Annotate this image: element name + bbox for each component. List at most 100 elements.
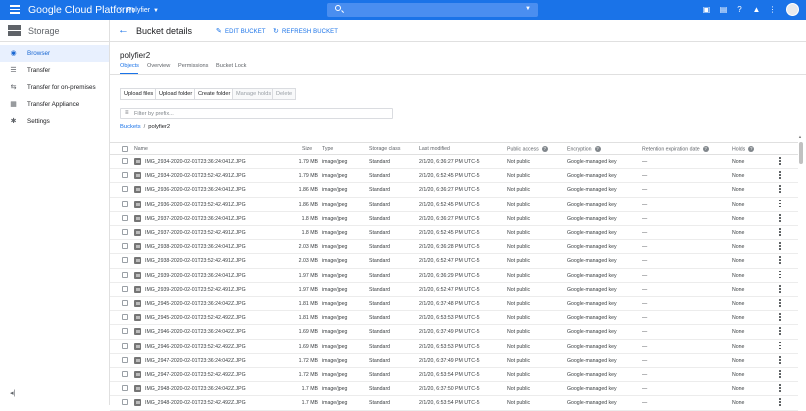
table-row[interactable]: IMG_2947-2020-02-01T23:52:42.492Z.JPG 1.7… (110, 368, 798, 383)
sidebar-item-transfer[interactable]: ☰ Transfer (0, 62, 109, 79)
row-menu-icon[interactable] (778, 171, 782, 181)
tab-objects[interactable]: Objects (120, 63, 139, 69)
table-row[interactable]: IMG_2938-2020-02-01T23:52:42.491Z.JPG 2.0… (110, 254, 798, 269)
table-row[interactable]: IMG_2945-2020-02-01T23:52:42.492Z.JPG 1.8… (110, 311, 798, 326)
cell-name[interactable]: IMG_2937-2020-02-01T23:36:24:041Z.JPG (145, 216, 246, 222)
breadcrumb-buckets-link[interactable]: Buckets (120, 124, 141, 130)
row-checkbox[interactable] (122, 200, 128, 207)
cell-name[interactable]: IMG_2937-2020-02-01T23:52:42.491Z.JPG (145, 230, 246, 236)
cell-name[interactable]: IMG_2948-2020-02-01T23:36:24:042Z.JPG (145, 386, 246, 392)
row-checkbox[interactable] (122, 399, 128, 406)
cell-name[interactable]: IMG_2938-2020-02-01T23:36:24:041Z.JPG (145, 244, 246, 250)
help-icon[interactable]: ? (594, 146, 601, 152)
row-checkbox[interactable] (122, 371, 128, 377)
scroll-up-icon[interactable]: ▲ (798, 134, 802, 139)
row-checkbox[interactable] (122, 172, 128, 179)
help-icon[interactable]: ? (748, 146, 755, 152)
back-arrow-icon[interactable]: ← (118, 24, 129, 36)
cell-name[interactable]: IMG_2934-2020-02-01T23:36:24:041Z.JPG (145, 159, 246, 165)
select-all-checkbox[interactable] (122, 146, 128, 152)
help-icon[interactable]: ? (702, 146, 709, 152)
column-public-access[interactable]: Public access? (507, 146, 548, 152)
row-checkbox[interactable] (122, 285, 128, 292)
column-size[interactable]: Size (302, 146, 312, 152)
cell-name[interactable]: IMG_2938-2020-02-01T23:52:42.491Z.JPG (145, 258, 246, 264)
row-menu-icon[interactable] (778, 284, 782, 295)
help-icon[interactable]: ? (734, 4, 745, 15)
row-menu-icon[interactable] (778, 199, 782, 210)
more-vert-icon[interactable]: ⋮ (767, 4, 778, 15)
sidebar-item-transfer-appliance[interactable]: ▦ Transfer Appliance (0, 96, 109, 113)
row-checkbox[interactable] (122, 356, 128, 363)
row-menu-icon[interactable] (778, 270, 782, 281)
table-row[interactable]: IMG_2934-2020-02-01T23:36:24:041Z.JPG 1.7… (110, 155, 798, 170)
scrollbar-thumb[interactable] (799, 142, 803, 164)
row-checkbox[interactable] (122, 385, 128, 392)
column-holds[interactable]: Holds? (732, 146, 755, 152)
row-checkbox[interactable] (122, 328, 128, 335)
row-menu-icon[interactable] (778, 213, 782, 224)
table-row[interactable]: IMG_2934-2020-02-01T23:52:42.491Z.JPG 1.7… (110, 169, 798, 184)
refresh-bucket-button[interactable]: ↻ REFRESH BUCKET (273, 27, 338, 35)
row-menu-icon[interactable] (778, 185, 782, 195)
table-row[interactable]: IMG_2938-2020-02-01T23:36:24:041Z.JPG 2.0… (110, 240, 798, 255)
create-folder-button[interactable]: Create folder (194, 88, 235, 100)
column-retention[interactable]: Retention expiration date? (642, 146, 709, 152)
row-checkbox[interactable] (122, 214, 128, 221)
table-row[interactable]: IMG_2947-2020-02-01T23:36:24:042Z.JPG 1.7… (110, 354, 798, 368)
row-menu-icon[interactable] (778, 355, 782, 366)
row-menu-icon[interactable] (778, 228, 782, 238)
cell-name[interactable]: IMG_2945-2020-02-01T23:52:42.492Z.JPG (145, 315, 246, 321)
row-checkbox[interactable] (122, 300, 128, 306)
collapse-sidebar-icon[interactable]: ◂| (10, 389, 15, 397)
search-dropdown-icon[interactable]: ▼ (525, 6, 531, 12)
hamburger-menu-icon[interactable] (10, 5, 20, 14)
filter-field[interactable]: ≡ (120, 108, 393, 119)
row-checkbox[interactable] (122, 158, 128, 164)
cell-name[interactable]: IMG_2947-2020-02-01T23:52:42.492Z.JPG (145, 372, 246, 378)
upload-folder-button[interactable]: Upload folder (155, 88, 197, 100)
cell-name[interactable]: IMG_2936-2020-02-01T23:52:42.491Z.JPG (145, 202, 246, 208)
table-row[interactable]: IMG_2946-2020-02-01T23:36:24:042Z.JPG 1.6… (110, 325, 798, 340)
row-menu-icon[interactable] (778, 384, 782, 394)
scrollbar[interactable]: ▲ (798, 132, 804, 405)
cell-name[interactable]: IMG_2936-2020-02-01T23:36:24:041Z.JPG (145, 187, 246, 193)
cell-name[interactable]: IMG_2948-2020-02-01T23:52:42.492Z.JPG (145, 400, 246, 406)
cell-name[interactable]: IMG_2939-2020-02-01T23:36:24:041Z.JPG (145, 273, 246, 279)
row-checkbox[interactable] (122, 342, 128, 349)
row-menu-icon[interactable] (778, 370, 782, 380)
column-encryption[interactable]: Encryption? (567, 146, 601, 152)
row-menu-icon[interactable] (778, 341, 782, 352)
tab-overview[interactable]: Overview (147, 63, 170, 69)
cloud-shell-icon[interactable]: ▣ (701, 4, 712, 15)
cell-name[interactable]: IMG_2947-2020-02-01T23:36:24:042Z.JPG (145, 358, 246, 364)
sidebar-item-settings[interactable]: ✱ Settings (0, 113, 109, 130)
avatar[interactable] (786, 3, 799, 16)
row-checkbox[interactable] (122, 271, 128, 278)
row-menu-icon[interactable] (778, 299, 782, 309)
cell-name[interactable]: IMG_2946-2020-02-01T23:36:24:042Z.JPG (145, 329, 246, 335)
row-menu-icon[interactable] (778, 256, 782, 266)
table-row[interactable]: IMG_2948-2020-02-01T23:36:24:042Z.JPG 1.7… (110, 382, 798, 397)
cell-name[interactable]: IMG_2945-2020-02-01T23:36:24:042Z.JPG (145, 301, 246, 307)
upload-files-button[interactable]: Upload files (120, 88, 158, 100)
row-checkbox[interactable] (122, 243, 128, 250)
row-checkbox[interactable] (122, 186, 128, 193)
row-checkbox[interactable] (122, 257, 128, 264)
sidebar-item-transfer-onprem[interactable]: ⇆ Transfer for on-premises (0, 79, 109, 96)
table-row[interactable]: IMG_2937-2020-02-01T23:52:42.491Z.JPG 1.8… (110, 226, 798, 241)
project-selector[interactable]: ⁘ Polyfier ▼ (118, 5, 159, 14)
manage-holds-button[interactable]: Manage holds (232, 88, 276, 100)
row-menu-icon[interactable] (778, 327, 782, 337)
table-row[interactable]: IMG_2939-2020-02-01T23:52:42.491Z.JPG 1.9… (110, 283, 798, 297)
help-icon[interactable]: ? (541, 146, 548, 152)
cell-name[interactable]: IMG_2939-2020-02-01T23:52:42.491Z.JPG (145, 287, 246, 293)
column-name[interactable]: Name (134, 146, 148, 152)
table-row[interactable]: IMG_2945-2020-02-01T23:36:24:042Z.JPG 1.8… (110, 297, 798, 312)
table-row[interactable]: IMG_2936-2020-02-01T23:52:42.491Z.JPG 1.8… (110, 198, 798, 212)
row-checkbox[interactable] (122, 229, 128, 235)
row-menu-icon[interactable] (778, 157, 782, 167)
table-row[interactable]: IMG_2937-2020-02-01T23:36:24:041Z.JPG 1.8… (110, 212, 798, 226)
table-row[interactable]: IMG_2939-2020-02-01T23:36:24:041Z.JPG 1.9… (110, 269, 798, 283)
tab-bucket-lock[interactable]: Bucket Lock (216, 63, 246, 69)
